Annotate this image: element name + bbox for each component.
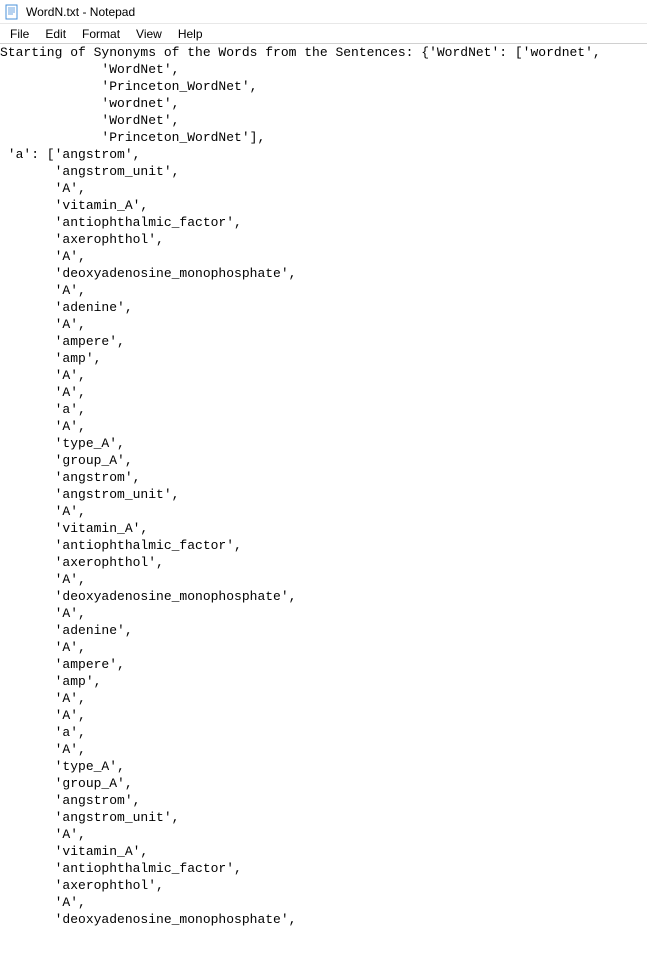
menu-view[interactable]: View — [128, 25, 170, 43]
menu-bar: File Edit Format View Help — [0, 24, 647, 44]
notepad-icon — [4, 4, 20, 20]
title-bar: WordN.txt - Notepad — [0, 0, 647, 24]
window-title: WordN.txt - Notepad — [26, 5, 135, 19]
menu-help[interactable]: Help — [170, 25, 211, 43]
text-content-area[interactable]: Starting of Synonyms of the Words from t… — [0, 44, 647, 928]
menu-file[interactable]: File — [2, 25, 37, 43]
menu-edit[interactable]: Edit — [37, 25, 74, 43]
menu-format[interactable]: Format — [74, 25, 128, 43]
